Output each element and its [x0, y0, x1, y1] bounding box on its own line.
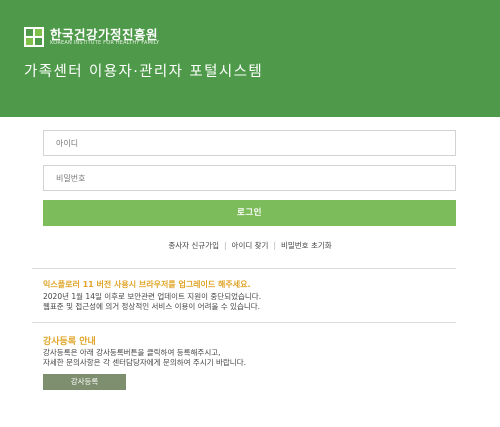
divider: [32, 322, 456, 323]
password-input[interactable]: [44, 166, 455, 191]
link-separator: |: [224, 241, 227, 250]
id-input[interactable]: [44, 131, 455, 156]
account-links: 종사자 신규가입 | 아이디 찾기 | 비밀번호 초기화: [0, 240, 500, 251]
link-separator: |: [273, 241, 276, 250]
browser-notice-line: 웹표준 및 접근성에 의거 정상적인 서비스 이용이 어려울 수 있습니다.: [43, 302, 261, 311]
instructor-register-button[interactable]: 강사등록: [43, 374, 126, 390]
find-id-link[interactable]: 아이디 찾기: [232, 241, 269, 250]
id-field[interactable]: [43, 130, 456, 156]
instructor-notice-line: 자세한 문의사항은 각 센터담당자에게 문의하여 주시기 바랍니다.: [43, 358, 246, 367]
browser-notice-title: 익스플로러 11 버전 사용시 브라우저를 업그레이드 해주세요.: [43, 280, 251, 289]
instructor-notice-title: 강사등록 안내: [43, 337, 96, 347]
header-banner: 한국건강가정진흥원 KOREAN INSTITUTE FOR HEALTHY F…: [0, 0, 500, 117]
portal-title: 가족센터 이용자·관리자 포털시스템: [24, 64, 264, 80]
logo-icon: [24, 27, 44, 47]
divider: [32, 268, 456, 269]
login-button[interactable]: 로그인: [43, 200, 456, 226]
password-field[interactable]: [43, 165, 456, 191]
org-name-en: KOREAN INSTITUTE FOR HEALTHY FAMILY: [50, 40, 160, 46]
signup-link[interactable]: 종사자 신규가입: [168, 241, 219, 250]
reset-password-link[interactable]: 비밀번호 초기화: [281, 241, 332, 250]
